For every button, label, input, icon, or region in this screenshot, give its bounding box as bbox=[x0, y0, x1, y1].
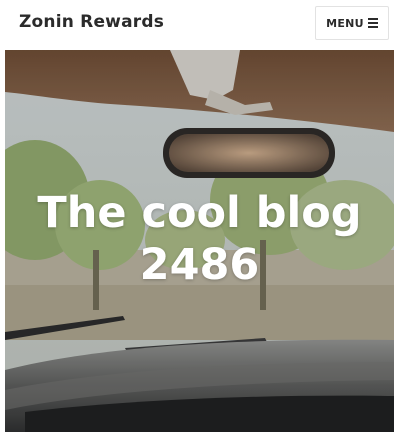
site-title[interactable]: Zonin Rewards bbox=[19, 12, 164, 32]
hamburger-icon bbox=[367, 18, 378, 28]
hero-title[interactable]: The cool blog 2486 bbox=[5, 187, 394, 291]
menu-button[interactable]: MENU bbox=[315, 6, 389, 40]
menu-label: MENU bbox=[326, 16, 364, 30]
hero-banner: The cool blog 2486 bbox=[5, 50, 394, 432]
site-header: Zonin Rewards MENU bbox=[0, 0, 399, 49]
